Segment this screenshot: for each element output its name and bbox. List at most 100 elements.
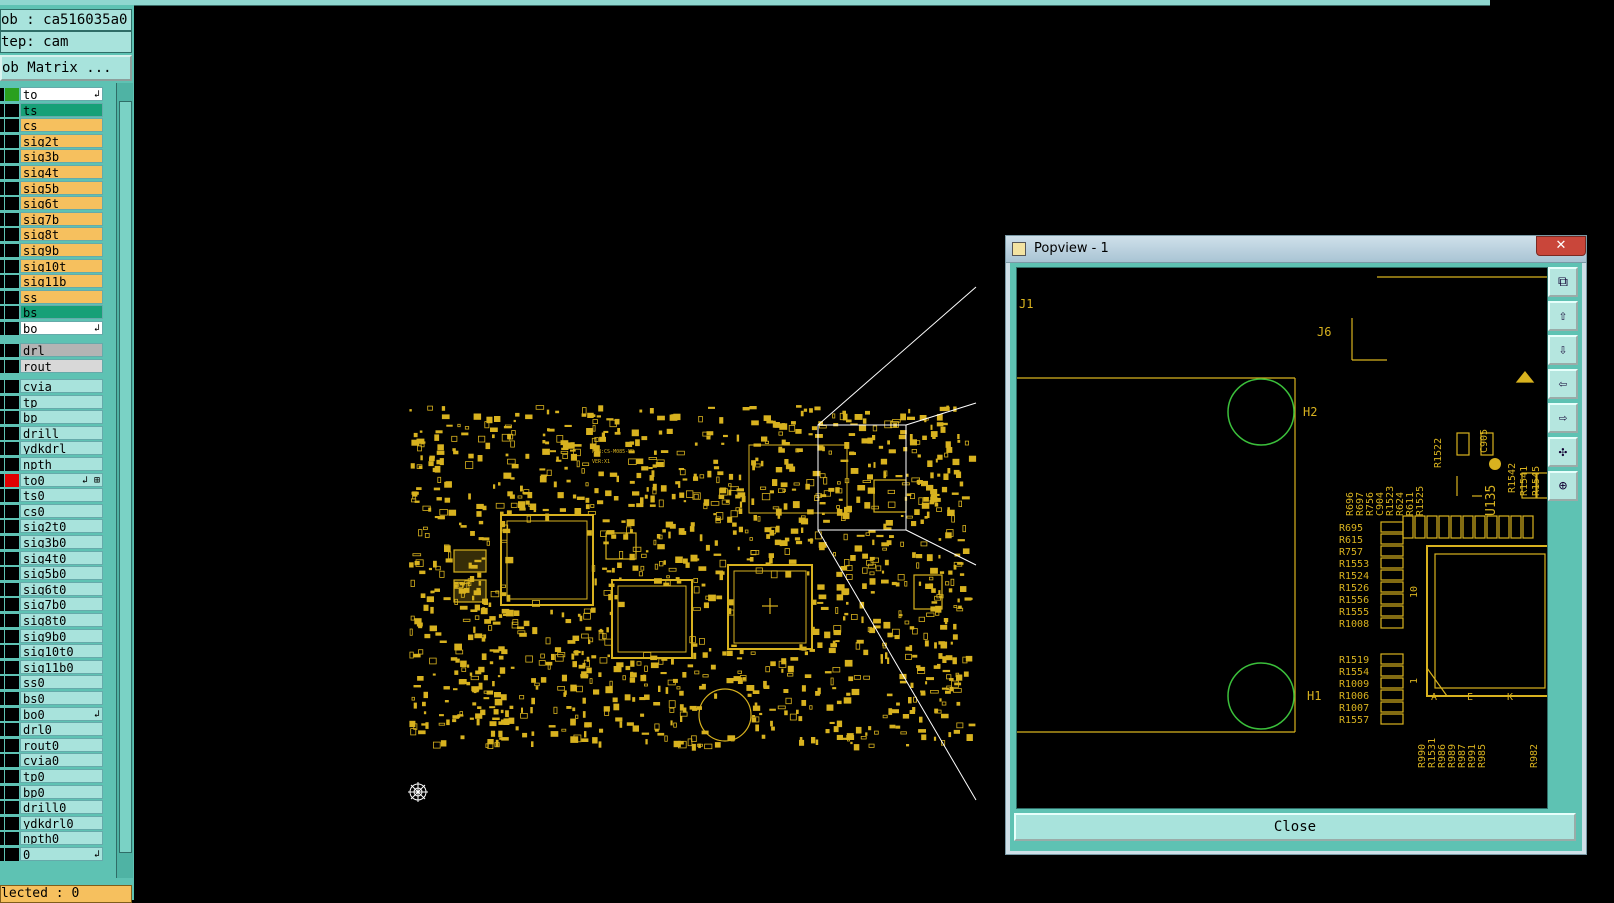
layer-color-swatch[interactable] [5, 212, 19, 226]
layer-name[interactable]: ydkdrl0 [20, 815, 103, 830]
layer-list-scrollbar[interactable] [116, 83, 133, 878]
layer-row-cs[interactable]: cs [0, 118, 108, 133]
layer-row-sig10t0[interactable]: sig10t0 [0, 644, 108, 659]
layer-checkbox[interactable] [0, 411, 4, 425]
layer-checkbox[interactable] [0, 582, 4, 596]
layer-checkbox[interactable] [0, 504, 4, 518]
layer-checkbox[interactable] [0, 629, 4, 643]
layer-row-ss0[interactable]: ss0 [0, 675, 108, 690]
layer-checkbox[interactable] [0, 520, 4, 534]
layer-name[interactable]: sig9b [20, 243, 103, 257]
zoom-home-icon[interactable]: ⊕ [1548, 471, 1578, 501]
layer-row-sig7b0[interactable]: sig7b0 [0, 597, 108, 612]
layer-name[interactable]: sig10t0 [20, 644, 103, 659]
layer-row-cvia0[interactable]: cvia0 [0, 753, 108, 768]
layer-color-swatch[interactable] [5, 785, 19, 799]
layer-color-swatch[interactable] [5, 660, 19, 674]
layer-name[interactable]: 0 ↲ [20, 847, 103, 861]
layer-row-ydkdrl[interactable]: ydkdrl [0, 441, 108, 456]
layer-color-swatch[interactable] [5, 197, 19, 211]
layer-name[interactable]: sig9b0 [20, 628, 103, 643]
layer-checkbox[interactable] [0, 359, 4, 373]
job-matrix-button[interactable]: ob Matrix ... [0, 55, 132, 81]
layer-name[interactable]: tp0 [20, 769, 103, 783]
layer-name[interactable]: sig6t [20, 196, 103, 211]
scrollbar-thumb[interactable] [119, 101, 132, 853]
popview-close-button[interactable]: Close [1014, 813, 1576, 841]
layer-color-swatch[interactable] [5, 259, 19, 273]
layer-name[interactable]: cs [20, 118, 103, 133]
layer-row-sig9b[interactable]: sig9b [0, 243, 108, 258]
layer-color-swatch[interactable] [5, 426, 19, 440]
layer-color-swatch[interactable] [5, 723, 19, 737]
layer-row-to[interactable]: to ↲ [0, 87, 108, 102]
layer-name[interactable]: bp0 [20, 784, 103, 799]
layer-checkbox[interactable] [0, 322, 4, 335]
layer-name[interactable]: sig10t [20, 258, 103, 273]
popview-canvas[interactable]: J1 J6 H2 H1 R695 R615 R757 R1553 R1524 R1526 R… [1016, 267, 1548, 809]
layer-row-npth0[interactable]: npth0 [0, 831, 108, 846]
layer-name[interactable]: npth [20, 457, 103, 471]
layer-checkbox[interactable] [0, 166, 4, 179]
layer-color-swatch[interactable] [5, 536, 19, 549]
layer-name[interactable]: ydkdrl [20, 441, 103, 456]
layer-name[interactable]: sig3b0 [20, 535, 103, 549]
zoom-window-icon[interactable]: ⧉ [1548, 267, 1578, 297]
layer-name[interactable]: bo ↲ [20, 321, 103, 335]
layer-color-swatch[interactable] [5, 582, 19, 596]
layer-color-swatch[interactable] [5, 832, 19, 846]
layer-name[interactable]: sig4t [20, 165, 103, 179]
layer-name[interactable]: drl [20, 343, 103, 357]
layer-checkbox[interactable] [0, 692, 4, 705]
layer-color-swatch[interactable] [5, 134, 19, 148]
layer-checkbox[interactable] [0, 645, 4, 659]
layer-row-drl0[interactable]: drl0 [0, 722, 108, 737]
layer-name[interactable]: drl0 [20, 722, 103, 737]
layer-row-bo0[interactable]: bo0 ↲ [0, 706, 108, 722]
layer-color-swatch[interactable] [5, 738, 19, 752]
layer-checkbox[interactable] [0, 119, 4, 133]
layer-row-ts[interactable]: ts [0, 102, 108, 118]
layer-color-swatch[interactable] [5, 380, 19, 393]
layer-color-swatch[interactable] [5, 801, 19, 815]
layer-checkbox[interactable] [0, 801, 4, 815]
layer-color-swatch[interactable] [5, 598, 19, 612]
layer-color-swatch[interactable] [5, 103, 19, 117]
layer-checkbox[interactable] [0, 290, 4, 304]
layer-name[interactable]: sig2t [20, 133, 103, 148]
layer-checkbox[interactable] [0, 567, 4, 581]
layer-checkbox[interactable] [0, 197, 4, 211]
layer-color-swatch[interactable] [5, 322, 19, 335]
layer-checkbox[interactable] [0, 536, 4, 549]
layer-row-sig10t[interactable]: sig10t [0, 258, 108, 274]
layer-row-rout0[interactable]: rout0 [0, 737, 108, 753]
layer-checkbox[interactable] [0, 832, 4, 846]
layer-checkbox[interactable] [0, 754, 4, 768]
layer-row-bp[interactable]: bp [0, 410, 108, 425]
pan-down-icon[interactable]: ⇩ [1548, 335, 1578, 365]
layer-name[interactable]: ss [20, 289, 103, 304]
layer-row-sig5b0[interactable]: sig5b0 [0, 566, 108, 581]
layer-checkbox[interactable] [0, 275, 4, 289]
layer-color-swatch[interactable] [5, 692, 19, 705]
layer-row-sig9b0[interactable]: sig9b0 [0, 628, 108, 644]
layer-row-cs0[interactable]: cs0 [0, 503, 108, 519]
layer-name[interactable]: rout0 [20, 737, 103, 752]
layer-color-swatch[interactable] [5, 770, 19, 783]
layer-checkbox[interactable] [0, 676, 4, 690]
layer-checkbox[interactable] [0, 660, 4, 674]
layer-checkbox[interactable] [0, 88, 4, 101]
layer-row-sig7b[interactable]: sig7b [0, 211, 108, 227]
layer-row-bs[interactable]: bs [0, 305, 108, 320]
layer-name[interactable]: sig11b [20, 274, 103, 289]
layer-row-0[interactable]: 0 ↲ [0, 847, 108, 862]
layer-color-swatch[interactable] [5, 244, 19, 257]
layer-color-swatch[interactable] [5, 150, 19, 164]
layer-color-swatch[interactable] [5, 629, 19, 643]
layer-checkbox[interactable] [0, 306, 4, 320]
layer-name[interactable]: drill [20, 425, 103, 440]
layer-checkbox[interactable] [0, 614, 4, 627]
pan-right-icon[interactable]: ⇨ [1548, 403, 1578, 433]
layer-row-tp0[interactable]: tp0 [0, 769, 108, 784]
window-close-button[interactable]: ✕ [1536, 236, 1586, 256]
